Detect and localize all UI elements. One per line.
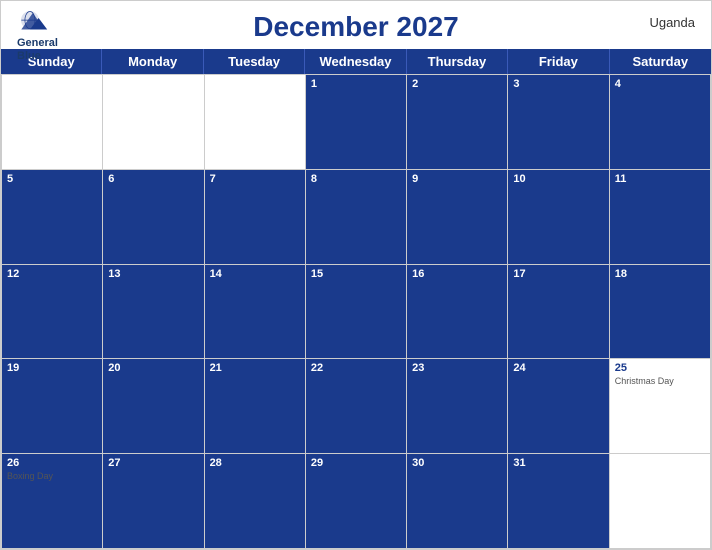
day-number: 22 bbox=[311, 362, 401, 374]
day-number: 24 bbox=[513, 362, 603, 374]
day-cell: 31 bbox=[508, 454, 609, 549]
day-cell: 6 bbox=[103, 170, 204, 265]
day-cell bbox=[103, 75, 204, 170]
day-cell: 25 Christmas Day bbox=[610, 359, 711, 454]
day-number: 15 bbox=[311, 268, 401, 280]
day-cell: 5 bbox=[2, 170, 103, 265]
month-title: December 2027 bbox=[253, 11, 458, 43]
day-number: 11 bbox=[615, 173, 705, 185]
day-cell: 7 bbox=[205, 170, 306, 265]
day-number: 18 bbox=[615, 268, 705, 280]
day-cell: 14 bbox=[205, 265, 306, 360]
day-cell: 28 bbox=[205, 454, 306, 549]
day-number: 2 bbox=[412, 78, 502, 90]
day-number: 6 bbox=[108, 173, 198, 185]
day-cell: 19 bbox=[2, 359, 103, 454]
day-cell bbox=[205, 75, 306, 170]
day-number: 31 bbox=[513, 457, 603, 469]
day-header-tuesday: Tuesday bbox=[204, 49, 305, 74]
day-cell: 15 bbox=[306, 265, 407, 360]
holiday-label: Christmas Day bbox=[615, 376, 705, 386]
day-cell: 30 bbox=[407, 454, 508, 549]
day-cell bbox=[2, 75, 103, 170]
day-header-wednesday: Wednesday bbox=[305, 49, 406, 74]
logo-area: General Blue bbox=[17, 9, 58, 63]
day-cell: 24 bbox=[508, 359, 609, 454]
day-number: 4 bbox=[615, 78, 705, 90]
day-header-saturday: Saturday bbox=[610, 49, 711, 74]
holiday-label: Boxing Day bbox=[7, 471, 97, 481]
day-cell: 8 bbox=[306, 170, 407, 265]
day-cell: 10 bbox=[508, 170, 609, 265]
days-header: Sunday Monday Tuesday Wednesday Thursday… bbox=[1, 49, 711, 74]
day-cell: 3 bbox=[508, 75, 609, 170]
day-cell: 18 bbox=[610, 265, 711, 360]
day-number: 23 bbox=[412, 362, 502, 374]
day-cell: 21 bbox=[205, 359, 306, 454]
day-cell: 29 bbox=[306, 454, 407, 549]
day-number: 19 bbox=[7, 362, 97, 374]
day-number: 25 bbox=[615, 362, 705, 374]
day-number: 27 bbox=[108, 457, 198, 469]
day-cell: 12 bbox=[2, 265, 103, 360]
day-cell: 11 bbox=[610, 170, 711, 265]
day-number: 16 bbox=[412, 268, 502, 280]
day-number: 21 bbox=[210, 362, 300, 374]
day-cell: 22 bbox=[306, 359, 407, 454]
generalblue-logo-icon bbox=[17, 9, 53, 37]
day-number: 10 bbox=[513, 173, 603, 185]
calendar-header: General Blue December 2027 Uganda bbox=[1, 1, 711, 49]
day-cell: 17 bbox=[508, 265, 609, 360]
logo-sub-text: Blue bbox=[17, 50, 41, 63]
calendar-container: General Blue December 2027 Uganda Sunday… bbox=[0, 0, 712, 550]
day-cell: 4 bbox=[610, 75, 711, 170]
day-number: 3 bbox=[513, 78, 603, 90]
day-cell: 16 bbox=[407, 265, 508, 360]
day-cell: 23 bbox=[407, 359, 508, 454]
day-number: 13 bbox=[108, 268, 198, 280]
day-cell: 2 bbox=[407, 75, 508, 170]
day-cell: 20 bbox=[103, 359, 204, 454]
day-number: 8 bbox=[311, 173, 401, 185]
day-header-friday: Friday bbox=[508, 49, 609, 74]
day-number: 20 bbox=[108, 362, 198, 374]
day-number: 28 bbox=[210, 457, 300, 469]
day-number: 14 bbox=[210, 268, 300, 280]
day-number: 17 bbox=[513, 268, 603, 280]
day-cell: 9 bbox=[407, 170, 508, 265]
calendar-grid: 1234567891011121314151617181920212223242… bbox=[1, 74, 711, 549]
day-cell bbox=[610, 454, 711, 549]
day-number: 9 bbox=[412, 173, 502, 185]
day-number: 29 bbox=[311, 457, 401, 469]
day-number: 1 bbox=[311, 78, 401, 90]
day-cell: 26 Boxing Day bbox=[2, 454, 103, 549]
day-cell: 13 bbox=[103, 265, 204, 360]
day-cell: 27 bbox=[103, 454, 204, 549]
day-number: 26 bbox=[7, 457, 97, 469]
day-cell: 1 bbox=[306, 75, 407, 170]
day-header-thursday: Thursday bbox=[407, 49, 508, 74]
day-number: 30 bbox=[412, 457, 502, 469]
country-label: Uganda bbox=[649, 15, 695, 30]
logo-brand-text: General bbox=[17, 37, 58, 50]
day-header-monday: Monday bbox=[102, 49, 203, 74]
day-number: 5 bbox=[7, 173, 97, 185]
day-number: 12 bbox=[7, 268, 97, 280]
day-number: 7 bbox=[210, 173, 300, 185]
